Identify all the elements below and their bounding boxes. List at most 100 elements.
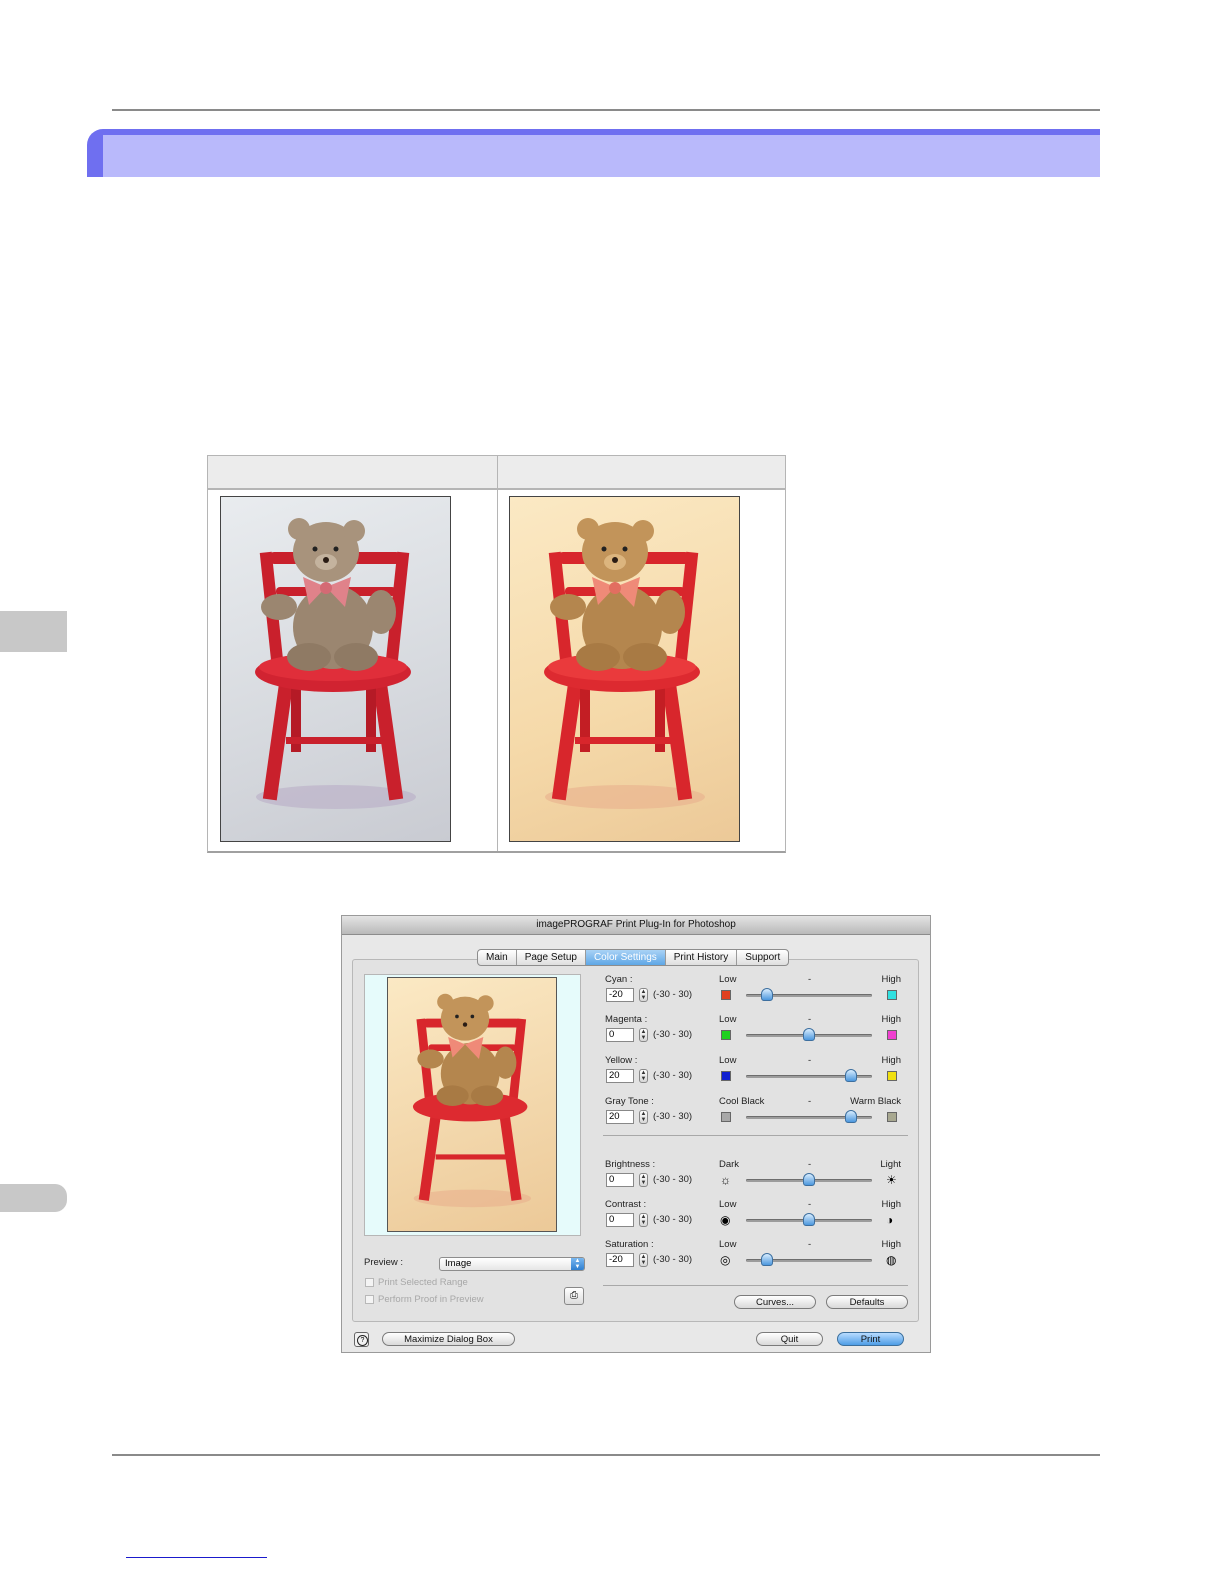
comparison-table — [207, 455, 786, 853]
saturation-stepper[interactable]: ▲ ▼ — [639, 1253, 648, 1267]
teddy-bear-original-photo — [220, 496, 451, 842]
tab-color-settings[interactable]: Color Settings — [585, 950, 666, 965]
bright-sun-icon: ☀ — [886, 1173, 897, 1187]
yellow-low-label: Low — [719, 1055, 737, 1066]
preview-image — [387, 977, 557, 1232]
gray-tone-high-swatch — [887, 1112, 897, 1122]
contrast-label: Contrast : — [605, 1199, 647, 1210]
saturation-range: (-30 - 30) — [653, 1254, 693, 1265]
cyan-stepper[interactable]: ▲ ▼ — [639, 988, 648, 1002]
high-saturation-icon: ◍ — [886, 1253, 897, 1267]
dialog-tab-bar: Main Page Setup Color Settings Print His… — [477, 949, 790, 966]
help-button[interactable]: ? — [354, 1332, 369, 1347]
saturation-slider-thumb[interactable] — [761, 1253, 773, 1266]
brightness-mid-label: - — [808, 1159, 812, 1170]
chapter-side-tab — [0, 611, 67, 652]
teddy-bear-adjusted-photo — [509, 496, 740, 842]
magenta-low-swatch — [721, 1030, 731, 1040]
cyan-value-input[interactable]: -20 — [606, 988, 634, 1002]
print-plugin-dialog: imagePROGRAF Print Plug-In for Photoshop… — [341, 915, 931, 1353]
bottom-rule — [112, 1454, 1100, 1456]
yellow-stepper[interactable]: ▲ ▼ — [639, 1069, 648, 1083]
gray-tone-slider-thumb[interactable] — [845, 1110, 857, 1123]
saturation-low-label: Low — [719, 1239, 737, 1250]
gray-tone-stepper[interactable]: ▲ ▼ — [639, 1110, 648, 1124]
contrast-slider-thumb[interactable] — [803, 1213, 815, 1226]
brightness-slider-thumb[interactable] — [803, 1173, 815, 1186]
cyan-mid-label: - — [808, 974, 812, 985]
magenta-slider-thumb[interactable] — [803, 1028, 815, 1041]
magenta-high-swatch — [887, 1030, 897, 1040]
buttons-separator — [603, 1285, 908, 1286]
magenta-range: (-30 - 30) — [653, 1029, 693, 1040]
perform-proof-checkbox[interactable] — [365, 1295, 374, 1304]
gray-tone-range: (-30 - 30) — [653, 1111, 693, 1122]
yellow-mid-label: - — [808, 1055, 812, 1066]
proof-icon: ⎙ — [570, 1290, 578, 1301]
brightness-value-input[interactable]: 0 — [606, 1173, 634, 1187]
quit-button[interactable]: Quit — [756, 1332, 823, 1346]
yellow-low-swatch — [721, 1071, 731, 1081]
contrast-low-label: Low — [719, 1199, 737, 1210]
gray-tone-low-label: Cool Black — [719, 1096, 765, 1107]
magenta-high-label: High — [881, 1014, 901, 1025]
yellow-label: Yellow : — [605, 1055, 638, 1066]
defaults-button[interactable]: Defaults — [826, 1295, 908, 1309]
gray-tone-value-input[interactable]: 20 — [606, 1110, 634, 1124]
select-arrows-icon: ▲ ▼ — [571, 1258, 584, 1270]
contrast-value-input[interactable]: 0 — [606, 1213, 634, 1227]
brightness-label: Brightness : — [605, 1159, 656, 1170]
saturation-label: Saturation : — [605, 1239, 654, 1250]
tab-support[interactable]: Support — [737, 950, 788, 965]
index-side-tab — [0, 1184, 67, 1212]
print-selected-range-checkbox[interactable] — [365, 1278, 374, 1287]
yellow-slider-thumb[interactable] — [845, 1069, 857, 1082]
brightness-low-label: Dark — [719, 1159, 740, 1170]
cyan-label: Cyan : — [605, 974, 633, 985]
magenta-stepper[interactable]: ▲ ▼ — [639, 1028, 648, 1042]
preview-area — [364, 974, 581, 1236]
perform-proof-label: Perform Proof in Preview — [378, 1294, 484, 1305]
comparison-divider — [497, 456, 498, 851]
top-rule — [112, 109, 1100, 111]
contrast-range: (-30 - 30) — [653, 1214, 693, 1225]
maximize-dialog-button[interactable]: Maximize Dialog Box — [382, 1332, 515, 1346]
tab-main[interactable]: Main — [478, 950, 517, 965]
gray-tone-mid-label: - — [808, 1096, 812, 1107]
yellow-value-input[interactable]: 20 — [606, 1069, 634, 1083]
proof-settings-button[interactable]: ⎙ — [564, 1287, 584, 1305]
footer-link-underline[interactable] — [126, 1557, 267, 1558]
gray-tone-low-swatch — [721, 1112, 731, 1122]
teddy-bear-chair-illustration — [255, 518, 416, 809]
cyan-low-swatch — [721, 990, 731, 1000]
print-selected-range-label: Print Selected Range — [378, 1277, 468, 1288]
low-contrast-icon: ◉ — [720, 1213, 731, 1227]
saturation-high-label: High — [881, 1239, 901, 1250]
print-button[interactable]: Print — [837, 1332, 904, 1346]
cyan-slider-thumb[interactable] — [761, 988, 773, 1001]
saturation-value-input[interactable]: -20 — [606, 1253, 634, 1267]
brightness-stepper[interactable]: ▲ ▼ — [639, 1173, 648, 1187]
cyan-low-label: Low — [719, 974, 737, 985]
magenta-mid-label: - — [808, 1014, 812, 1025]
magenta-value-input[interactable]: 0 — [606, 1028, 634, 1042]
teddy-bear-chair-illustration-warm — [544, 518, 705, 809]
curves-button[interactable]: Curves... — [734, 1295, 816, 1309]
brightness-high-label: Light — [880, 1159, 901, 1170]
contrast-mid-label: - — [808, 1199, 812, 1210]
tab-print-history[interactable]: Print History — [666, 950, 738, 965]
brightness-range: (-30 - 30) — [653, 1174, 693, 1185]
contrast-stepper[interactable]: ▲ ▼ — [639, 1213, 648, 1227]
cyan-high-swatch — [887, 990, 897, 1000]
tab-page-setup[interactable]: Page Setup — [517, 950, 586, 965]
cyan-high-label: High — [881, 974, 901, 985]
contrast-high-label: High — [881, 1199, 901, 1210]
high-contrast-icon: ◑ — [886, 1213, 894, 1227]
preview-label: Preview : — [364, 1257, 404, 1268]
yellow-high-swatch — [887, 1071, 897, 1081]
dim-sun-icon: ☼ — [720, 1173, 731, 1187]
preview-select[interactable]: Image ▲ ▼ — [439, 1257, 585, 1271]
preview-teddy-illustration — [412, 993, 532, 1208]
magenta-label: Magenta : — [605, 1014, 648, 1025]
gray-tone-high-label: Warm Black — [850, 1096, 901, 1107]
